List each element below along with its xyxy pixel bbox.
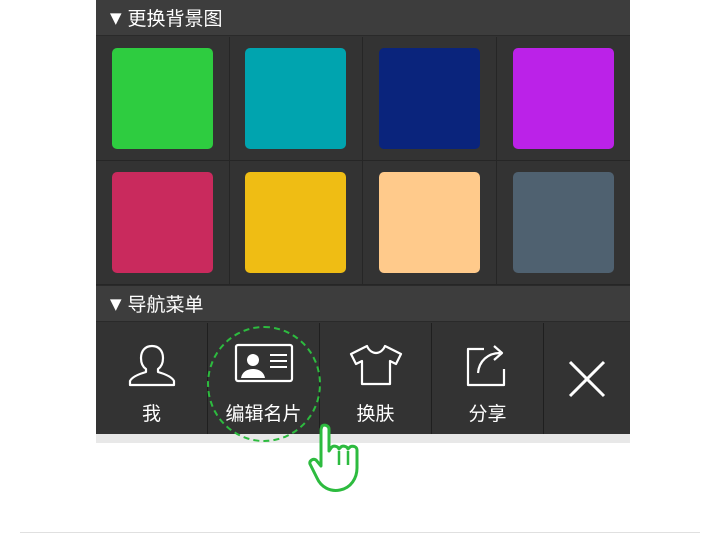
- tshirt-icon: [349, 344, 402, 386]
- swatch-teal[interactable]: [245, 48, 347, 149]
- swatch-cell[interactable]: [363, 161, 497, 285]
- background-swatch-grid: [96, 37, 630, 285]
- share-icon: [466, 345, 505, 387]
- nav-item-skin[interactable]: 换肤: [320, 323, 432, 434]
- background-section-title: 更换背景图: [127, 8, 223, 30]
- nav-menu: 我 编辑名片 换肤 分享: [96, 323, 630, 434]
- swatch-cell[interactable]: [229, 161, 363, 285]
- swatch-navy[interactable]: [378, 48, 480, 149]
- swatch-cell[interactable]: [363, 37, 497, 161]
- user-icon: [128, 344, 175, 387]
- swatch-cell[interactable]: [229, 37, 363, 161]
- swatch-yellow[interactable]: [245, 172, 347, 273]
- close-icon[interactable]: [567, 359, 607, 399]
- swatch-slate[interactable]: [512, 172, 614, 273]
- swatch-cell[interactable]: [96, 37, 230, 161]
- nav-item-me[interactable]: 我: [96, 323, 208, 434]
- nav-item-share[interactable]: 分享: [432, 323, 544, 434]
- background-section-header[interactable]: ▼ 更换背景图: [96, 0, 630, 36]
- close-button[interactable]: [544, 323, 630, 434]
- collapse-arrow-icon: ▼: [110, 8, 122, 27]
- nav-item-label: 我: [141, 403, 161, 425]
- swatch-cell[interactable]: [496, 161, 630, 285]
- swatch-crimson[interactable]: [111, 172, 213, 273]
- swatch-green[interactable]: [111, 48, 213, 149]
- tap-highlight-circle: [207, 326, 321, 442]
- settings-panel: ▼ 更换背景图 ▼ 导航菜单 我 编辑名片 换肤 分享: [96, 0, 630, 443]
- pointing-hand-icon: [308, 423, 359, 492]
- collapse-arrow-icon: ▼: [110, 294, 122, 313]
- nav-section-title: 导航菜单: [127, 294, 204, 316]
- swatch-peach[interactable]: [378, 172, 480, 273]
- nav-item-label: 分享: [468, 403, 507, 425]
- nav-section-header[interactable]: ▼ 导航菜单: [96, 285, 630, 322]
- page-divider: [20, 532, 700, 533]
- swatch-cell[interactable]: [96, 161, 230, 285]
- swatch-purple[interactable]: [512, 48, 614, 149]
- swatch-cell[interactable]: [496, 37, 630, 161]
